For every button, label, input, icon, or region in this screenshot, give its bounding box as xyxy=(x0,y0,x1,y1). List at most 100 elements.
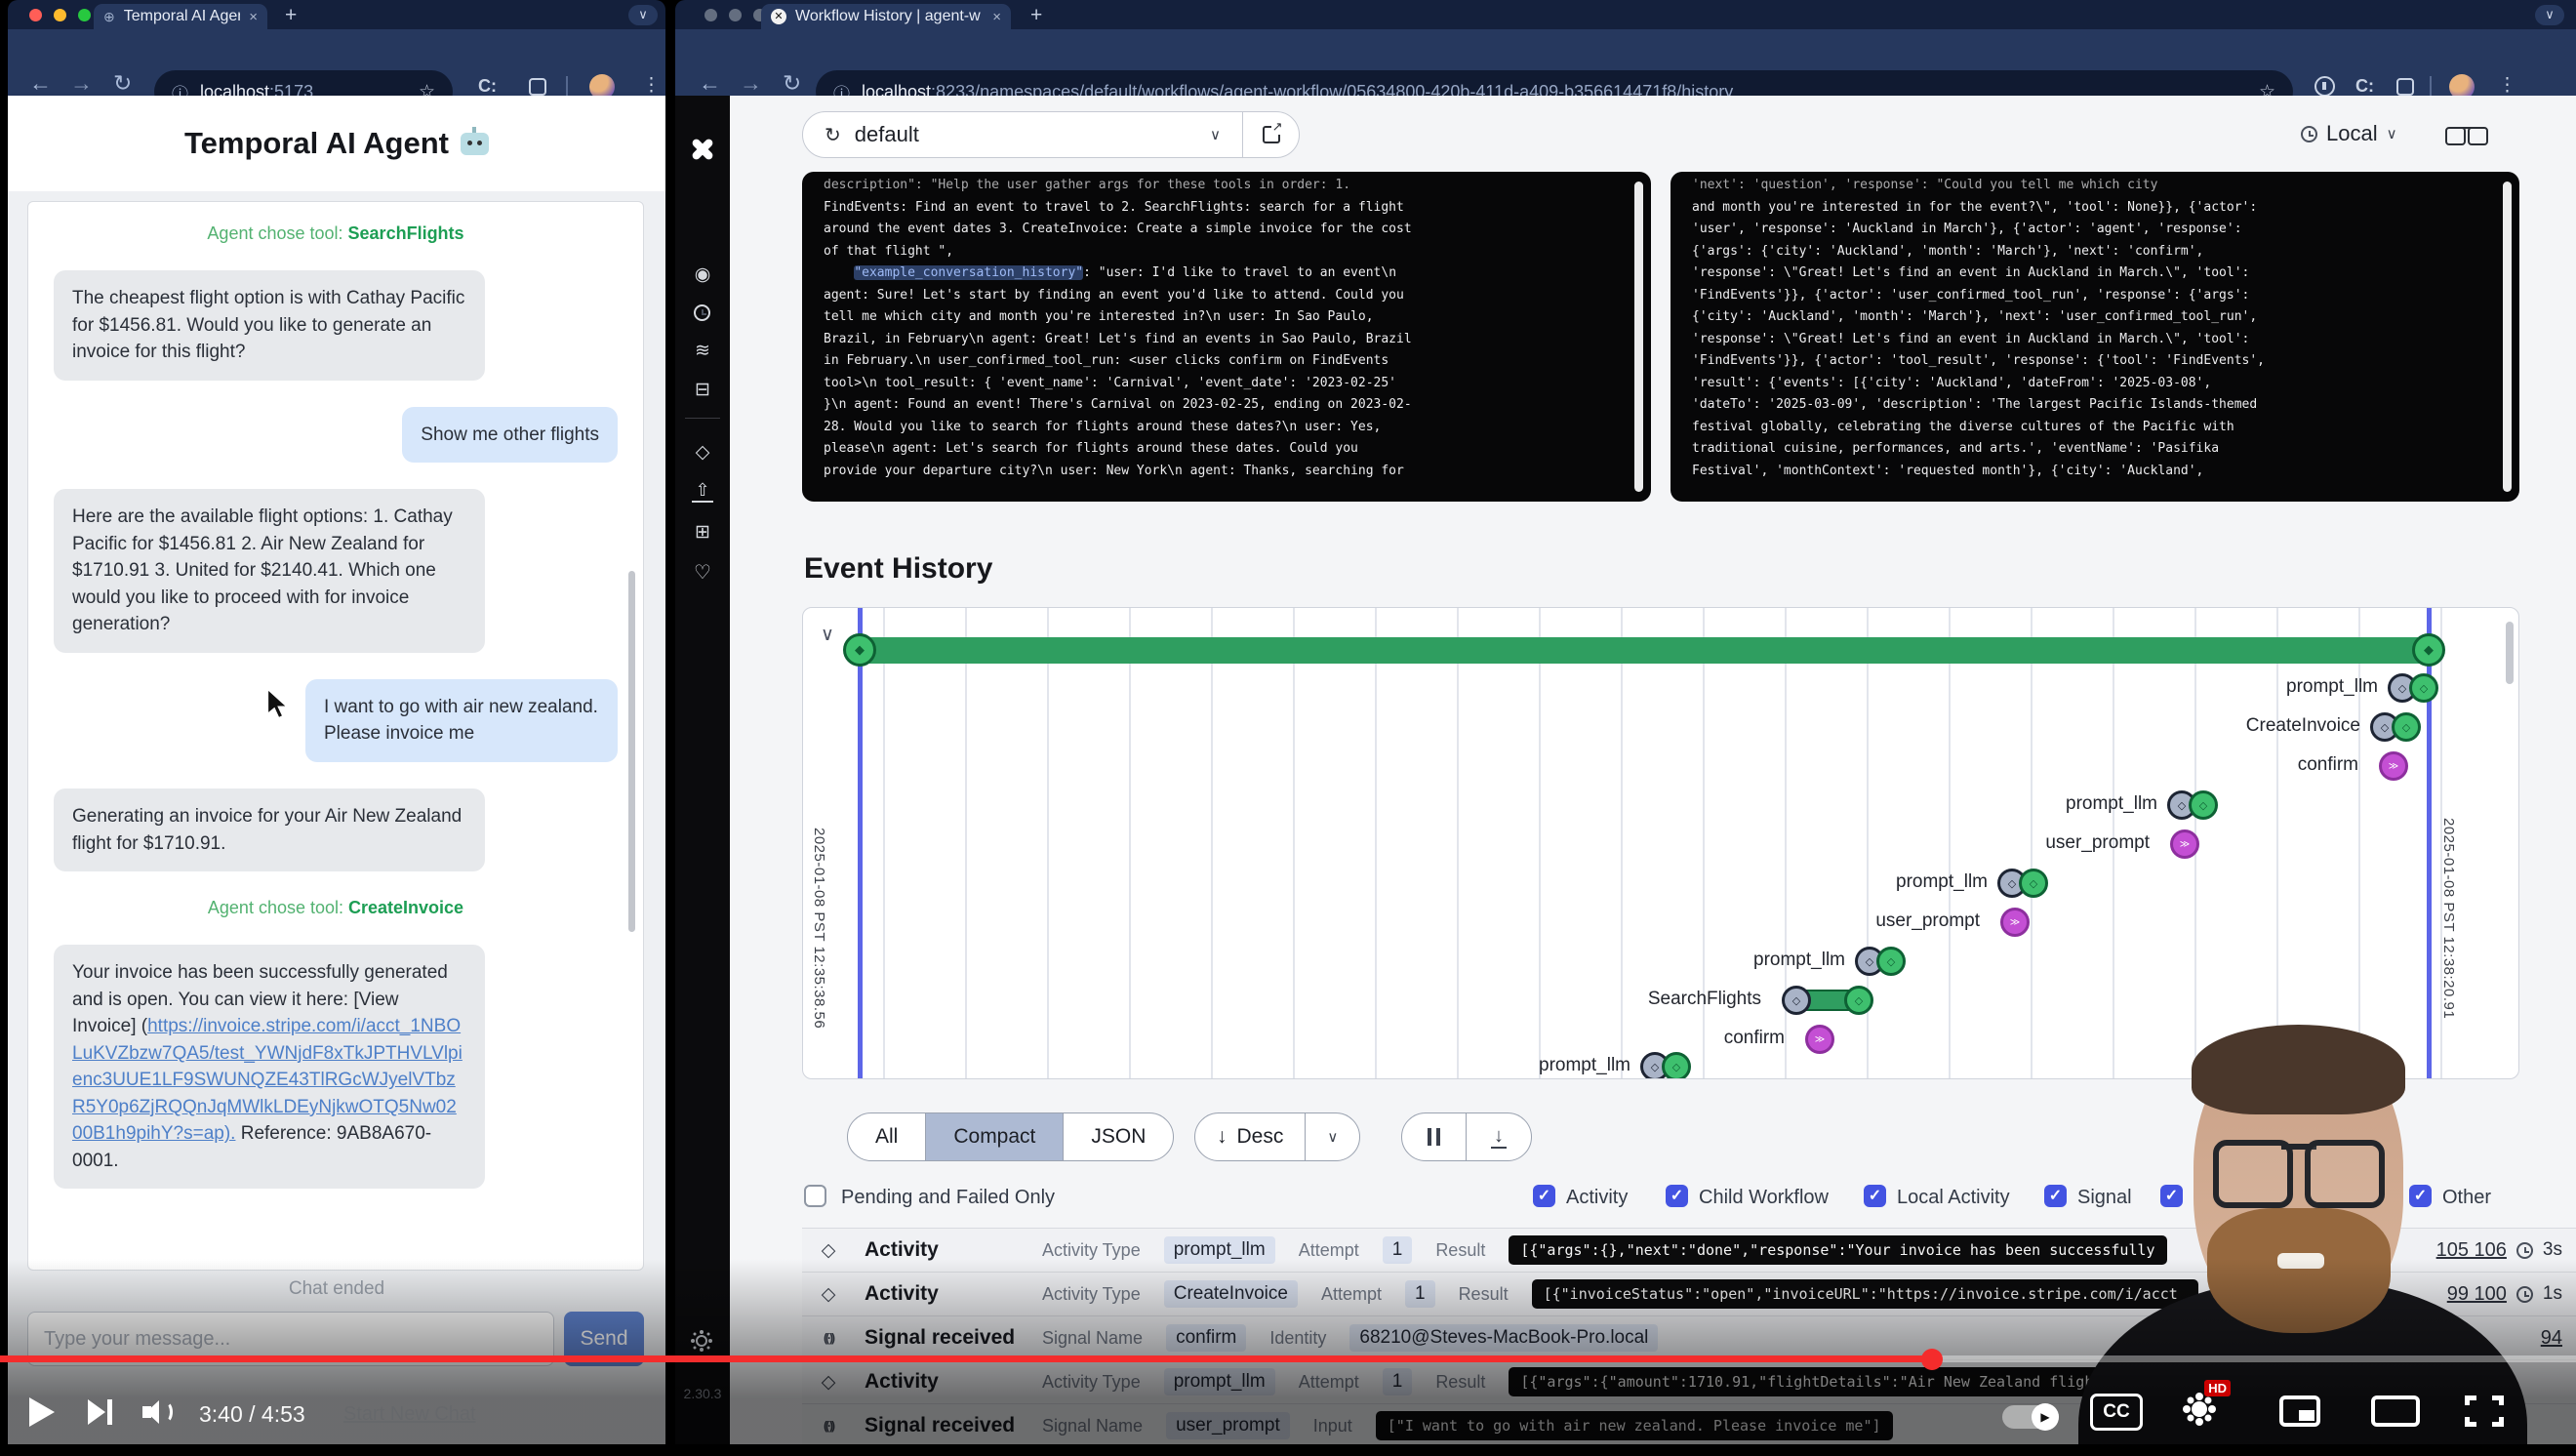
back-icon[interactable]: ← xyxy=(699,70,721,97)
nav-import-icon[interactable]: ⇧ xyxy=(675,480,730,501)
chat-message-list[interactable]: Agent chose tool: SearchFlightsThe cheap… xyxy=(27,201,644,1271)
reload-icon[interactable]: ↻ xyxy=(783,70,801,97)
forward-icon[interactable]: → xyxy=(740,70,762,97)
signal-marker[interactable]: ≫ xyxy=(1805,1025,1834,1054)
signal-marker[interactable]: ≫ xyxy=(2379,751,2408,781)
theme-toggle-sun-icon[interactable] xyxy=(696,1335,707,1347)
new-tab-button[interactable]: + xyxy=(285,4,297,27)
forward-icon[interactable]: → xyxy=(70,70,93,97)
download-history-button[interactable]: ↓ xyxy=(1467,1113,1531,1160)
nav-schedules-icon[interactable] xyxy=(694,304,710,326)
sort-order-button[interactable]: ↓Desc ∨ xyxy=(1194,1112,1360,1161)
settings-button[interactable]: HD xyxy=(2184,1394,2215,1425)
miniplayer-button[interactable] xyxy=(2279,1395,2320,1427)
code-scrollbar[interactable] xyxy=(2503,182,2512,492)
video-progress-handle[interactable] xyxy=(1921,1349,1943,1370)
extension-c-icon[interactable]: C: xyxy=(2355,76,2374,97)
theater-mode-button[interactable] xyxy=(2371,1395,2420,1427)
next-button[interactable] xyxy=(88,1397,117,1427)
timezone-selector[interactable]: Local ∨ xyxy=(2301,121,2397,146)
extensions-puzzle-icon[interactable] xyxy=(529,78,546,96)
tab-temporal-ai-agent[interactable]: ⊕ Temporal AI Agent × xyxy=(94,4,267,29)
reload-icon[interactable]: ↻ xyxy=(113,70,132,97)
reader-glasses-icon[interactable] xyxy=(2445,125,2488,144)
window-controls-inactive[interactable] xyxy=(704,9,766,21)
sort-chevron-icon[interactable]: ∨ xyxy=(1305,1113,1359,1160)
field-label: Signal Name xyxy=(1042,1328,1143,1349)
play-button[interactable] xyxy=(29,1397,55,1427)
signal-marker[interactable]: ≫ xyxy=(2000,908,2030,937)
password-manager-icon[interactable] xyxy=(2314,76,2335,97)
pending-failed-only-checkbox[interactable] xyxy=(804,1185,826,1207)
extension-c-icon[interactable]: C: xyxy=(478,76,497,97)
namespace-select-area[interactable]: ↻ default ∨ xyxy=(803,122,1242,147)
close-window-icon[interactable] xyxy=(29,9,42,21)
activity-diamond-icon: ◇ xyxy=(816,1239,841,1262)
open-namespace-button[interactable] xyxy=(1242,112,1299,157)
autoplay-toggle[interactable]: ▶ xyxy=(2002,1405,2059,1429)
browser-menu-icon[interactable]: ⋮ xyxy=(2498,74,2516,97)
event-history-timeline[interactable]: ∨ ◆ ◆ 2025-01-08 PST 12:35:38.56 2025-01… xyxy=(802,607,2519,1079)
workflow-start-marker[interactable]: ◆ xyxy=(843,633,876,667)
collapse-chevron-icon[interactable]: ∨ xyxy=(821,624,834,646)
nav-archive-icon[interactable]: ⊟ xyxy=(675,379,730,401)
browser-menu-icon[interactable]: ⋮ xyxy=(642,74,661,97)
start-new-chat-link[interactable]: Start New Chat xyxy=(343,1403,476,1426)
pause-feed-button[interactable] xyxy=(1402,1113,1467,1160)
window-controls[interactable] xyxy=(29,9,91,21)
activity-completed-marker[interactable]: ◇ xyxy=(2409,673,2438,703)
filter-checkbox-activity[interactable]: ✓ xyxy=(1533,1185,1555,1207)
timeline-scrollbar[interactable] xyxy=(2506,622,2514,684)
minimize-window-icon[interactable] xyxy=(54,9,66,21)
filter-checkbox-signal[interactable]: ✓ xyxy=(2044,1185,2067,1207)
new-tab-button[interactable]: + xyxy=(1030,4,1042,27)
tab-workflow-history[interactable]: ✕ Workflow History | agent-wor × xyxy=(761,4,1011,29)
namespace-selector[interactable]: ↻ default ∨ xyxy=(802,111,1300,158)
workflow-input-code-panel[interactable]: description": "Help the user gather args… xyxy=(802,172,1651,502)
temporal-favicon-icon: ✕ xyxy=(771,9,786,24)
signal-marker[interactable]: ≫ xyxy=(2170,829,2199,859)
activity-completed-marker[interactable]: ◇ xyxy=(2189,790,2218,820)
result-code-line: {'city': 'Auckland', 'month': 'March'}, … xyxy=(1692,306,2486,329)
activity-completed-marker[interactable]: ◇ xyxy=(1876,947,1906,976)
filter-checkbox-child-workflow[interactable]: ✓ xyxy=(1666,1185,1688,1207)
back-icon[interactable]: ← xyxy=(29,70,52,97)
volume-button[interactable] xyxy=(142,1397,181,1427)
activity-completed-marker[interactable]: ◇ xyxy=(1844,986,1873,1015)
nav-codec-icon[interactable]: ◇ xyxy=(675,441,730,464)
chat-scrollbar[interactable] xyxy=(628,571,635,932)
tab-close-icon[interactable]: × xyxy=(249,9,258,25)
extensions-puzzle-icon[interactable] xyxy=(2396,78,2414,96)
activity-scheduled-marker[interactable]: ◇ xyxy=(1782,986,1811,1015)
tab-search-chevron-icon[interactable]: ∨ xyxy=(628,5,658,25)
presenter-glasses xyxy=(2213,1140,2385,1202)
workflow-execution-bar[interactable] xyxy=(860,637,2433,664)
nav-workflows-icon[interactable]: ◉ xyxy=(675,263,730,286)
fullscreen-button[interactable] xyxy=(2465,1395,2504,1427)
field-value-chip: 68210@Steves-MacBook-Pro.local xyxy=(1349,1324,1658,1352)
view-option-compact[interactable]: Compact xyxy=(926,1113,1064,1160)
captions-button[interactable]: CC xyxy=(2090,1394,2143,1431)
activity-completed-marker[interactable]: ◇ xyxy=(2019,869,2048,898)
minimize-window-icon[interactable] xyxy=(729,9,742,21)
workflow-end-marker[interactable]: ◆ xyxy=(2412,633,2445,667)
result-code-line: 'FindEvents'}}, {'actor': 'user_confirme… xyxy=(1692,285,2486,307)
result-label: Result xyxy=(1459,1284,1509,1305)
tab-search-chevron-icon[interactable]: ∨ xyxy=(2535,5,2564,25)
tab-close-icon[interactable]: × xyxy=(992,9,1001,25)
view-option-json[interactable]: JSON xyxy=(1064,1113,1173,1160)
close-window-icon[interactable] xyxy=(704,9,717,21)
view-option-all[interactable]: All xyxy=(848,1113,926,1160)
code-scrollbar[interactable] xyxy=(1634,182,1643,492)
activity-completed-marker[interactable]: ◇ xyxy=(2392,712,2421,742)
filter-checkbox-local-activity[interactable]: ✓ xyxy=(1864,1185,1886,1207)
zoom-window-icon[interactable] xyxy=(78,9,91,21)
nav-labs-icon[interactable]: ⊞ xyxy=(675,521,730,544)
nav-feedback-heart-icon[interactable]: ♡ xyxy=(675,560,730,585)
workflow-result-code-panel[interactable]: 'next': 'question', 'response': "Could y… xyxy=(1670,172,2519,502)
event-id-links[interactable]: 94 xyxy=(2541,1327,2562,1350)
activity-completed-marker[interactable]: ◇ xyxy=(1662,1052,1691,1079)
nav-batch-icon[interactable]: ≋ xyxy=(675,340,730,362)
view-mode-segmented-control[interactable]: AllCompactJSON xyxy=(847,1112,1174,1161)
namespace-name: default xyxy=(855,122,919,147)
